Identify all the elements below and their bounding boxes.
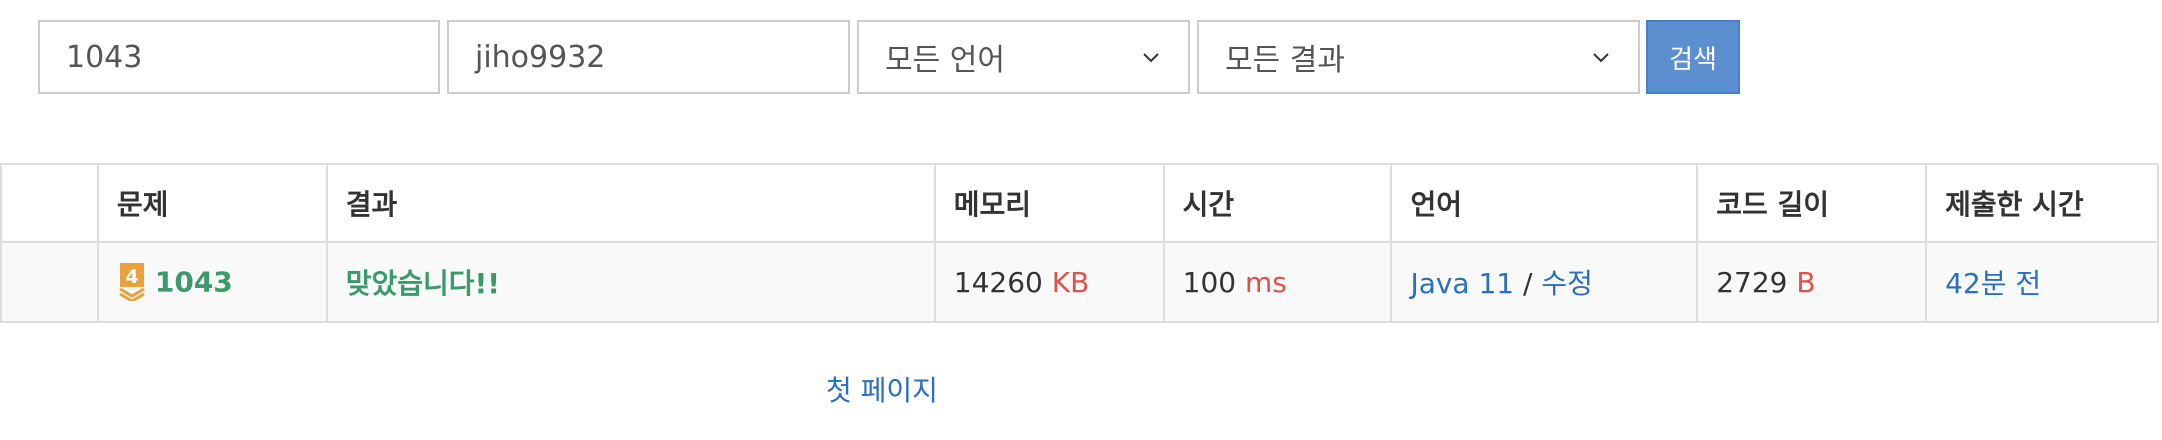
cell-result: 맞았습니다!! [325, 241, 936, 323]
user-id-value: jiho9932 [475, 39, 606, 75]
submission-table: 문제 결과 메모리 시간 언어 코드 길이 제출한 시간 4 1043 맞았습니… [0, 163, 2159, 323]
problem-id-input[interactable]: 1043 [38, 20, 440, 94]
language-select-value: 모든 언어 [885, 43, 1005, 78]
table-header-row: 문제 결과 메모리 시간 언어 코드 길이 제출한 시간 [0, 163, 2159, 243]
cell-submitted-time: 42분 전 [1925, 241, 2159, 323]
result-select-value: 모든 결과 [1225, 43, 1345, 78]
user-id-input[interactable]: jiho9932 [447, 20, 850, 94]
search-button[interactable]: 검색 [1646, 20, 1740, 94]
cell-time: 100 ms [1162, 241, 1393, 323]
result-accepted: 맞았습니다!! [345, 267, 501, 300]
header-submitted-time: 제출한 시간 [1925, 163, 2159, 243]
table-row: 4 1043 맞았습니다!! 14260 KB 100 ms Java 11 /… [0, 241, 2159, 323]
time-value: 100 [1182, 265, 1237, 299]
cell-language: Java 11 / 수정 [1390, 241, 1699, 323]
cell-code-length: 2729 B [1696, 241, 1928, 323]
header-result: 결과 [325, 163, 936, 243]
language-separator: / [1523, 267, 1533, 300]
language-link[interactable]: Java 11 [1410, 267, 1514, 300]
cell-memory: 14260 KB [933, 241, 1165, 323]
gold-tier-badge-icon: 4 [119, 263, 145, 301]
code-length-value: 2729 [1716, 265, 1788, 299]
header-submission-id [0, 163, 99, 243]
cell-submission-id [0, 241, 99, 323]
problem-id-value: 1043 [66, 39, 143, 75]
language-select[interactable]: 모든 언어 [857, 20, 1190, 94]
header-time: 시간 [1162, 163, 1393, 243]
result-select[interactable]: 모든 결과 [1197, 20, 1640, 94]
time-unit: ms [1245, 265, 1287, 299]
code-length-unit: B [1796, 265, 1816, 299]
header-memory: 메모리 [933, 163, 1165, 243]
edit-link[interactable]: 수정 [1541, 267, 1593, 300]
problem-link[interactable]: 1043 [155, 266, 233, 299]
cell-problem: 4 1043 [96, 241, 328, 323]
header-problem: 문제 [96, 163, 328, 243]
tier-number: 4 [125, 266, 138, 288]
header-code-length: 코드 길이 [1696, 163, 1928, 243]
first-page-link[interactable]: 첫 페이지 [826, 369, 938, 409]
header-language: 언어 [1390, 163, 1699, 243]
memory-unit: KB [1051, 265, 1090, 299]
chevron-down-icon [1143, 53, 1159, 63]
submitted-time-link[interactable]: 42분 전 [1945, 267, 2041, 300]
memory-value: 14260 [953, 265, 1043, 299]
chevron-down-icon [1593, 53, 1609, 63]
